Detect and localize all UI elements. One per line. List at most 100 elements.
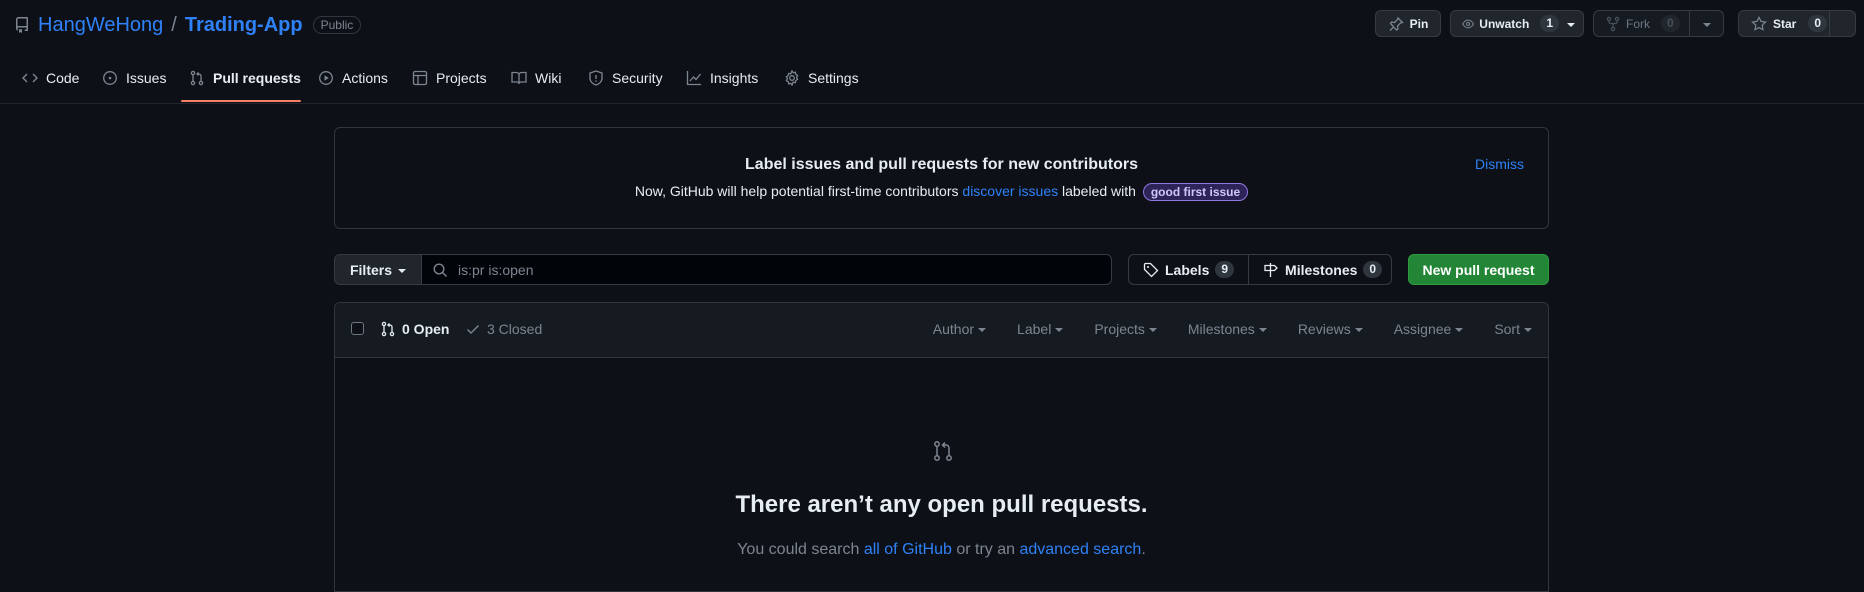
pull-request-list: 0 Open 3 Closed Author Label Projects Mi… (334, 302, 1549, 592)
author-menu-label: Author (932, 321, 975, 337)
milestones-count: 0 (1363, 261, 1383, 278)
open-filter[interactable]: 0 Open (380, 321, 449, 337)
sort-menu[interactable]: Sort (1494, 321, 1532, 337)
star-count: 0 (1808, 15, 1828, 32)
filters-button[interactable]: Filters (334, 254, 422, 285)
closed-count: 3 Closed (487, 321, 543, 337)
banner-text-before: Now, GitHub will help potential first-ti… (634, 183, 963, 199)
author-menu[interactable]: Author (932, 321, 987, 337)
visibility-badge: Public (312, 16, 362, 34)
code-icon (22, 73, 38, 83)
tab-pull-requests[interactable]: Pull requests (189, 70, 301, 86)
gear-icon (785, 70, 799, 86)
new-pull-request-button[interactable]: New pull request (1408, 254, 1549, 285)
graph-icon (686, 71, 702, 86)
tab-actions[interactable]: Actions (318, 70, 388, 86)
star-label: Star (1773, 16, 1797, 31)
table-icon (412, 70, 428, 86)
unwatch-dropdown[interactable] (1559, 11, 1583, 36)
tab-wiki[interactable]: Wiki (511, 70, 561, 86)
labels-label: Labels (1165, 261, 1210, 278)
contributors-banner: Label issues and pull requests for new c… (334, 127, 1549, 229)
filter-menus: Author Label Projects Milestones Reviews… (902, 321, 1532, 337)
repo-header: HangWeHong / Trading-App Public (14, 12, 362, 38)
banner-text: Now, GitHub will help potential first-ti… (335, 183, 1548, 201)
banner-title: Label issues and pull requests for new c… (745, 156, 1138, 173)
book-icon (511, 71, 527, 85)
star-dropdown[interactable] (1830, 11, 1856, 36)
good-first-issue-label: good first issue (1142, 183, 1249, 201)
pin-label: Pin (1409, 16, 1429, 31)
search-input[interactable] (456, 260, 1060, 279)
advanced-search-link[interactable]: advanced search (1019, 541, 1141, 558)
star-button[interactable]: Star 0 (1738, 10, 1856, 37)
milestones-menu-label: Milestones (1187, 321, 1255, 337)
repo-owner-link[interactable]: HangWeHong (38, 14, 163, 37)
tab-settings[interactable]: Settings (784, 70, 859, 86)
tab-code-label: Code (46, 70, 80, 86)
issue-icon (103, 71, 117, 85)
pin-button[interactable]: Pin (1375, 10, 1441, 37)
tab-actions-label: Actions (342, 70, 388, 86)
caret-down-icon (1455, 328, 1464, 332)
fork-icon (1606, 16, 1620, 31)
select-all-checkbox[interactable] (351, 322, 364, 335)
label-menu[interactable]: Label (1017, 321, 1064, 337)
milestone-icon (1264, 262, 1278, 277)
assignee-menu-label: Assignee (1393, 321, 1452, 337)
caret-down-icon (1524, 328, 1532, 332)
tab-insights-label: Insights (710, 70, 759, 86)
tag-icon (1143, 262, 1159, 277)
eye-icon (1462, 19, 1475, 28)
play-icon (319, 71, 333, 85)
pull-request-icon (381, 321, 395, 337)
fork-label: Fork (1626, 16, 1650, 31)
open-count: 0 Open (402, 321, 450, 337)
repo-icon (15, 17, 28, 33)
tab-wiki-label: Wiki (535, 70, 562, 86)
fork-count: 0 (1661, 15, 1680, 32)
sort-menu-label: Sort (1494, 321, 1520, 337)
discover-issues-link[interactable]: discover issues (962, 183, 1058, 199)
repo-name-link[interactable]: Trading-App (185, 14, 303, 37)
labels-count: 9 (1215, 261, 1235, 278)
fork-button[interactable]: Fork 0 (1593, 10, 1724, 37)
milestones-menu[interactable]: Milestones (1188, 321, 1267, 337)
pin-icon (1389, 16, 1404, 31)
caret-down-icon (1567, 22, 1575, 27)
assignee-menu[interactable]: Assignee (1394, 321, 1464, 337)
empty-text-middle: or try an (951, 541, 1020, 558)
reviews-menu[interactable]: Reviews (1298, 321, 1363, 337)
tab-projects[interactable]: Projects (412, 70, 487, 86)
pull-request-icon (934, 441, 952, 461)
projects-menu[interactable]: Projects (1094, 321, 1157, 337)
tab-security[interactable]: Security (588, 70, 663, 86)
pull-request-icon (190, 70, 204, 86)
empty-text-before: You could search (737, 541, 864, 558)
unwatch-button[interactable]: Unwatch 1 (1450, 10, 1584, 37)
repo-nav: Code Issues Pull requests Actions Projec… (0, 52, 1864, 104)
dismiss-link[interactable]: Dismiss (1475, 156, 1524, 172)
tab-settings-label: Settings (808, 70, 859, 86)
tab-code[interactable]: Code (22, 70, 79, 86)
caret-down-icon (1354, 328, 1363, 332)
caret-down-icon (398, 268, 406, 273)
labels-milestones-group: Labels 9 Milestones 0 (1128, 254, 1392, 285)
label-menu-label: Label (1017, 321, 1052, 337)
closed-filter[interactable]: 3 Closed (465, 321, 542, 337)
caret-down-icon (978, 328, 987, 332)
watch-count: 1 (1540, 15, 1559, 32)
milestones-button[interactable]: Milestones 0 (1248, 255, 1396, 284)
caret-down-icon (1258, 328, 1267, 332)
star-icon (1751, 15, 1767, 31)
caret-down-icon (1702, 22, 1711, 27)
tab-issues[interactable]: Issues (102, 70, 166, 86)
repo-separator: / (171, 13, 177, 36)
tab-insights[interactable]: Insights (686, 70, 758, 86)
all-of-github-link[interactable]: all of GitHub (864, 541, 952, 558)
fork-dropdown[interactable] (1690, 11, 1723, 36)
empty-state-title: There aren’t any open pull requests. (735, 491, 1148, 518)
tab-security-label: Security (612, 70, 663, 86)
search-box (421, 254, 1112, 285)
labels-button[interactable]: Labels 9 (1129, 255, 1248, 284)
